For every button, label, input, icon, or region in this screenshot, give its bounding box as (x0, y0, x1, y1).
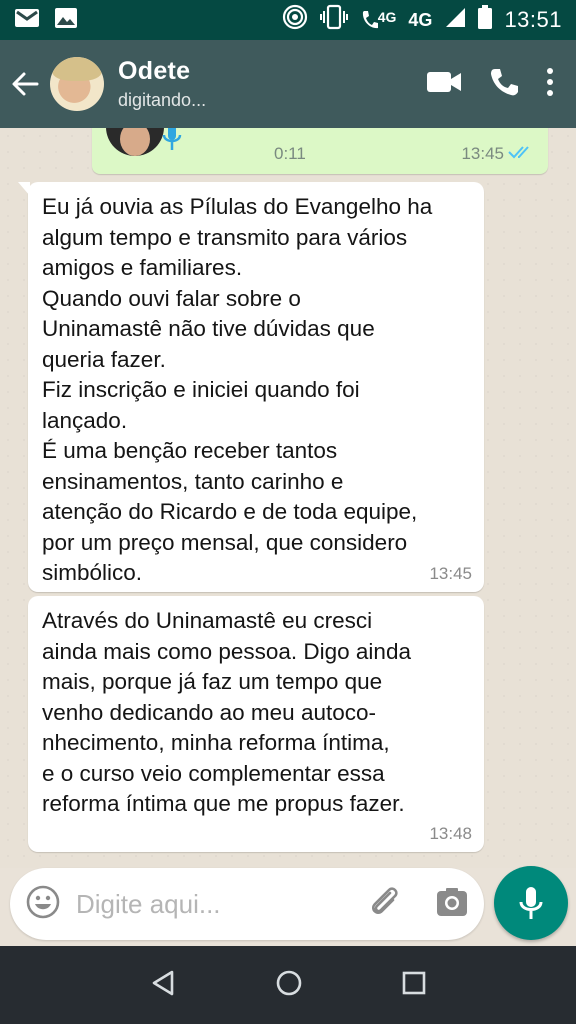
back-button[interactable] (0, 40, 50, 128)
voice-sender-photo (106, 128, 164, 156)
nav-back-button[interactable] (150, 969, 176, 1002)
camera-icon (437, 887, 467, 916)
emoji-icon (26, 885, 60, 918)
message-text: Através do Uninamastê eu cresci ainda ma… (42, 608, 411, 816)
nav-home-button[interactable] (275, 969, 303, 1002)
phone-icon (491, 68, 518, 95)
vibrate-icon (319, 4, 348, 36)
gmail-icon (14, 8, 40, 33)
message-text: Eu já ouvia as Pílulas do Evangelho ha a… (42, 194, 433, 585)
status-time: 13:51 (504, 7, 562, 32)
back-arrow-icon (12, 72, 39, 96)
video-call-icon (427, 71, 461, 92)
signal-icon (444, 6, 466, 34)
contact-info[interactable]: Odete digitando... (118, 57, 206, 111)
message-bubble[interactable]: Através do Uninamastê eu cresci ainda ma… (28, 596, 484, 852)
network-4g-small: 4G (377, 9, 397, 25)
contact-status: digitando... (118, 90, 207, 110)
voice-message-time: 13:45 (461, 144, 504, 163)
message-bubble[interactable]: Eu já ouvia as Pílulas do Evangelho ha a… (18, 182, 484, 592)
chat-header: Odete digitando... (0, 40, 576, 128)
message-composer: Digite aqui... (10, 868, 484, 940)
message-time: 13:45 (429, 564, 472, 583)
network-4g-label: 4G (408, 9, 433, 30)
nav-back-icon (152, 970, 173, 995)
avatar[interactable] (50, 57, 104, 111)
voice-message-bubble[interactable]: 0:11 13:45 (92, 128, 548, 174)
camera-button[interactable] (436, 887, 468, 922)
call-4g-icon: 4G (360, 9, 397, 31)
battery-icon (478, 5, 493, 35)
voice-duration: 0:11 (274, 144, 306, 163)
hotspot-icon (282, 4, 308, 36)
attach-button[interactable] (368, 885, 402, 924)
attach-icon (372, 886, 398, 914)
voice-record-button[interactable] (494, 866, 568, 940)
message-time: 13:48 (429, 824, 472, 843)
voice-mic-icon (162, 128, 182, 159)
message-input[interactable]: Digite aqui... (76, 889, 368, 920)
gallery-icon (54, 7, 78, 34)
video-call-button[interactable] (426, 70, 462, 99)
status-bar: 4G 4G 13:51 (0, 0, 576, 40)
more-options-button[interactable] (546, 67, 554, 102)
mic-icon (519, 887, 543, 919)
phone-call-button[interactable] (488, 66, 520, 103)
double-check-icon (508, 144, 534, 165)
nav-recents-icon (403, 971, 426, 994)
emoji-button[interactable] (26, 885, 60, 924)
contact-name: Odete (118, 57, 191, 85)
more-options-icon (547, 67, 553, 96)
chat-area[interactable]: 0:11 13:45 Eu já ouvia as Pílulas do Eva… (0, 128, 576, 868)
nav-recents-button[interactable] (402, 971, 426, 1000)
nav-home-icon (276, 970, 302, 995)
navigation-bar (0, 946, 576, 1024)
